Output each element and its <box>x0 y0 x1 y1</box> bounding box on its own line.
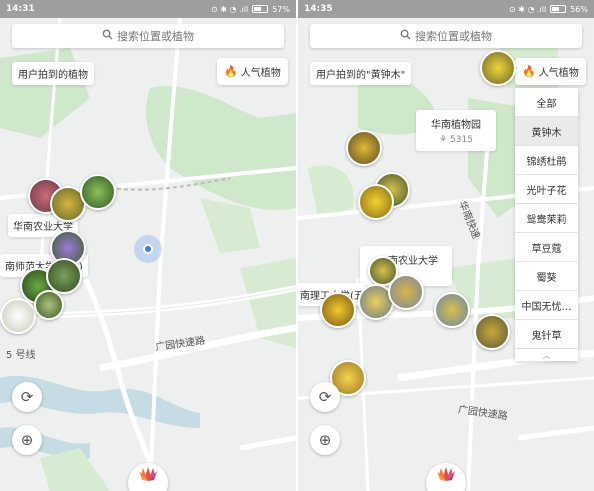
status-time: 14:31 <box>6 4 35 14</box>
status-time: 14:35 <box>304 4 333 14</box>
search-placeholder: 搜索位置或植物 <box>117 30 194 43</box>
plant-marker[interactable] <box>434 292 470 328</box>
status-icons: ⊙ ✱ ◔ .ıll 57% <box>211 5 290 14</box>
flower-icon: ⚘ <box>439 135 448 145</box>
battery-percent: 56% <box>570 4 588 14</box>
status-bar: 14:35 ⊙ ✱ ◔ .ıll 56% <box>298 0 594 18</box>
plant-marker[interactable] <box>320 292 356 328</box>
battery-percent: 57% <box>272 4 290 14</box>
plant-marker[interactable] <box>34 290 64 320</box>
status-icons: ⊙ ✱ ◔ .ıll 56% <box>509 5 588 14</box>
plant-marker[interactable] <box>46 258 82 294</box>
metro-line-label: 5 号线 <box>6 350 36 361</box>
dropdown-item[interactable]: 鸳鸯茉莉 <box>515 204 578 233</box>
user-plants-chip-label: 用户拍到的"黄钟木" <box>316 70 406 81</box>
refresh-icon: ⟳ <box>318 388 332 406</box>
plant-marker[interactable] <box>346 130 382 166</box>
chevron-up-icon[interactable]: ︿ <box>515 349 578 361</box>
locate-button[interactable]: ⊕ <box>12 425 42 455</box>
screen-left: 14:31 ⊙ ✱ ◔ .ıll 57% 搜索位置或植物 用户拍到的植物 🔥 人… <box>0 0 296 491</box>
search-icon <box>102 29 113 43</box>
user-plants-chip: 用户拍到的植物 <box>12 62 94 85</box>
locate-button[interactable]: ⊕ <box>310 425 340 455</box>
popular-plants-dropdown[interactable]: 全部 黄钟木 锦绣杜鹃 光叶子花 鸳鸯茉莉 草豆蔻 蜀葵 中国无忧… 鬼针草 ︿ <box>515 88 578 361</box>
battery-icon <box>550 5 567 13</box>
popular-plants-label: 人气植物 <box>240 68 281 79</box>
poi-count: 5315 <box>450 135 473 145</box>
dropdown-item-selected[interactable]: 黄钟木 <box>515 117 578 146</box>
lotus-logo-icon <box>435 467 457 484</box>
user-plants-chip: 用户拍到的"黄钟木" <box>310 62 412 85</box>
plant-marker[interactable] <box>480 50 516 86</box>
locate-icon: ⊕ <box>20 431 34 449</box>
status-symbols: ⊙ ✱ ◔ .ıll <box>210 4 249 14</box>
poi-title: 华南植物园 <box>431 120 481 131</box>
user-plants-chip-label: 用户拍到的植物 <box>18 70 88 81</box>
dropdown-item-all[interactable]: 全部 <box>515 88 578 117</box>
plant-marker[interactable] <box>0 298 36 334</box>
locate-icon: ⊕ <box>318 431 332 449</box>
screen-right: 14:35 ⊙ ✱ ◔ .ıll 56% 搜索位置或植物 用户拍到的"黄钟木" … <box>298 0 594 491</box>
current-location-dot <box>134 235 162 263</box>
search-bar[interactable]: 搜索位置或植物 <box>12 24 284 48</box>
popular-plants-button[interactable]: 🔥 人气植物 <box>515 58 586 85</box>
refresh-button[interactable]: ⟳ <box>310 382 340 412</box>
search-placeholder: 搜索位置或植物 <box>415 30 492 43</box>
popular-plants-label: 人气植物 <box>538 68 579 79</box>
refresh-icon: ⟳ <box>20 388 34 406</box>
plant-marker[interactable] <box>474 314 510 350</box>
poi-card-botanic-garden[interactable]: 华南植物园 ⚘ 5315 <box>416 110 496 151</box>
dropdown-item[interactable]: 中国无忧… <box>515 291 578 320</box>
plant-marker[interactable] <box>388 274 424 310</box>
search-bar[interactable]: 搜索位置或植物 <box>310 24 582 48</box>
flame-icon: 🔥 <box>522 65 536 78</box>
dropdown-item[interactable]: 蜀葵 <box>515 262 578 291</box>
plant-marker[interactable] <box>80 174 116 210</box>
plant-marker[interactable] <box>358 184 394 220</box>
flame-icon: 🔥 <box>224 65 238 78</box>
status-bar: 14:31 ⊙ ✱ ◔ .ıll 57% <box>0 0 296 18</box>
dropdown-item[interactable]: 草豆蔻 <box>515 233 578 262</box>
poi-count-row: ⚘ 5315 <box>420 135 492 145</box>
battery-icon <box>252 5 269 13</box>
popular-plants-button[interactable]: 🔥 人气植物 <box>217 58 288 85</box>
dropdown-item[interactable]: 锦绣杜鹃 <box>515 146 578 175</box>
lotus-logo-icon <box>137 467 159 484</box>
dropdown-item[interactable]: 鬼针草 <box>515 320 578 349</box>
refresh-button[interactable]: ⟳ <box>12 382 42 412</box>
dropdown-item[interactable]: 光叶子花 <box>515 175 578 204</box>
search-icon <box>400 29 411 43</box>
status-symbols: ⊙ ✱ ◔ .ıll <box>508 4 547 14</box>
